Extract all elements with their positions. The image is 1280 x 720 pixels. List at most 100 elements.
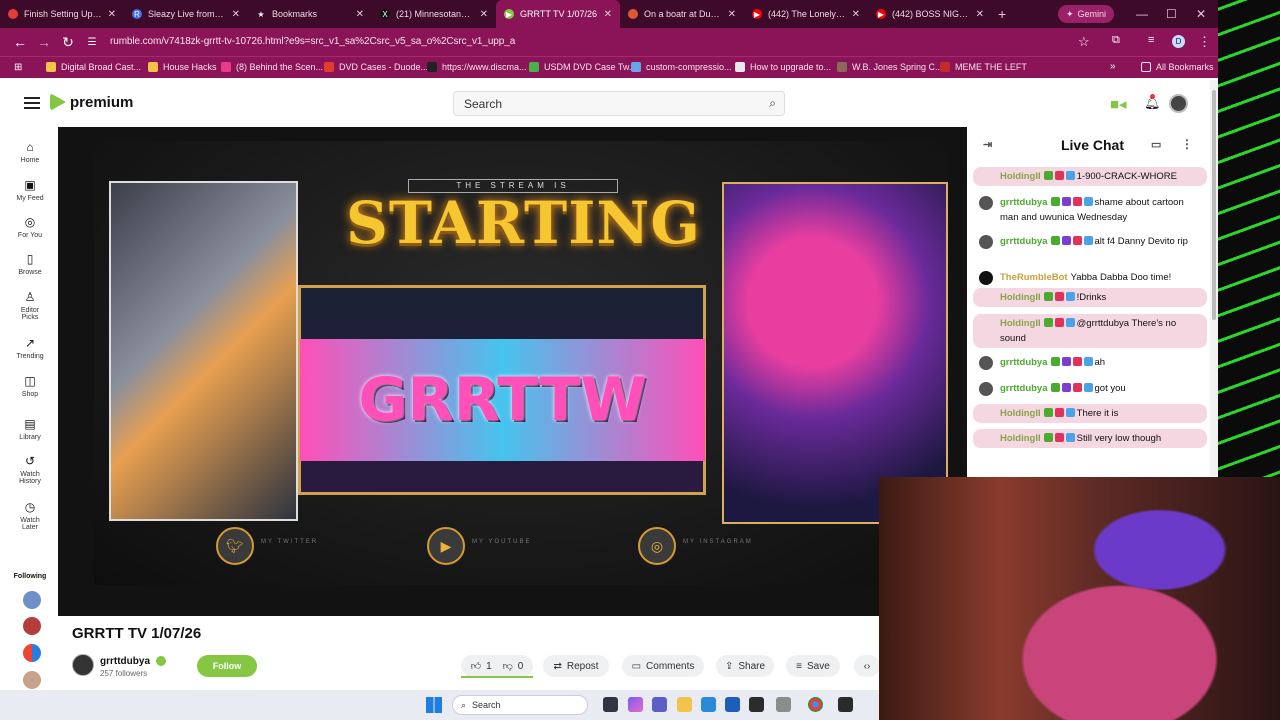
site-info-icon[interactable]: ☰ [80, 37, 104, 48]
collapse-chat-icon[interactable]: ⇥ [983, 138, 992, 151]
tab-finish-setup[interactable]: Finish Setting Up Your✕ [0, 0, 124, 28]
copilot-icon[interactable] [628, 697, 643, 712]
new-tab-button[interactable]: + [998, 6, 1006, 22]
chat-user-avatar[interactable] [979, 356, 993, 370]
video-player[interactable]: THE STREAM IS STARTING GRRTTW 🐦︎ MY TWIT… [58, 127, 967, 616]
sidebar-item-trending[interactable]: ↗ Trending [0, 336, 60, 360]
save-button[interactable]: ≡ Save [786, 655, 840, 677]
search-input[interactable]: Search ⌕ [453, 91, 785, 116]
bookmark-item[interactable]: MEME THE LEFT [940, 62, 1027, 72]
thumbs-down-icon[interactable]: 👎︎ [503, 660, 513, 672]
more-actions-button[interactable]: ‹› [854, 655, 880, 677]
user-avatar[interactable] [1169, 94, 1188, 113]
close-icon[interactable]: ✕ [232, 9, 240, 20]
chat-username[interactable]: HoldingII [1000, 171, 1041, 182]
chat-username[interactable]: TheRumbleBot [1000, 272, 1068, 283]
search-icon[interactable]: ⌕ [769, 96, 776, 111]
tab-youtube-boss[interactable]: ▶(442) BOSS NIGGER (✕ [868, 0, 992, 28]
chat-menu-icon[interactable]: ⋮ [1181, 137, 1193, 151]
go-live-camera-icon[interactable]: ■◂ [1110, 95, 1127, 113]
close-icon[interactable]: ✕ [604, 9, 612, 20]
forward-icon[interactable]: → [32, 34, 56, 50]
chat-username[interactable]: grrttdubya [1000, 357, 1048, 368]
task-view-icon[interactable] [603, 697, 618, 712]
close-icon[interactable]: ✕ [852, 9, 860, 20]
sidebar-item-watch-later[interactable]: ◷ Watch Later [0, 500, 60, 531]
bookmark-item[interactable]: House Hacks [148, 62, 217, 72]
bookmark-item[interactable]: DVD Cases - Duode... [324, 62, 428, 72]
url-field[interactable]: rumble.com/v7418zk-grrtt-tv-10726.html?e… [110, 36, 515, 47]
bookmark-star-icon[interactable]: ☆ [1078, 34, 1090, 50]
chat-username[interactable]: grrttdubya [1000, 236, 1048, 247]
tab-duckduckgo[interactable]: On a boatr at DuckDu✕ [620, 0, 744, 28]
close-icon[interactable]: ✕ [976, 9, 984, 20]
reload-icon[interactable]: ↻ [56, 34, 80, 51]
bookmark-item[interactable]: W.B. Jones Spring C... [837, 62, 943, 72]
windows-start-icon[interactable] [426, 697, 442, 713]
close-icon[interactable]: ✕ [108, 9, 116, 20]
tab-bookmarks[interactable]: ★ Bookmarks ✕ [248, 0, 372, 28]
profile-avatar[interactable]: D [1172, 35, 1185, 48]
channel-name[interactable]: grrttdubya [100, 656, 150, 667]
hamburger-menu-icon[interactable] [24, 97, 40, 109]
minimize-icon[interactable]: — [1136, 7, 1148, 21]
tab-youtube-lonely-island[interactable]: ▶(442) The Lonely Islan✕ [744, 0, 868, 28]
apps-grid-icon[interactable]: ⊞ [14, 62, 22, 73]
edge-icon[interactable] [701, 697, 716, 712]
sidebar-item-my-feed[interactable]: ▣ My Feed [0, 178, 60, 202]
chat-username[interactable]: HoldingII [1000, 318, 1041, 329]
chat-username[interactable]: grrttdubya [1000, 383, 1048, 394]
following-channel-avatar[interactable] [23, 591, 41, 609]
chat-username[interactable]: grrttdubya [1000, 197, 1048, 208]
close-icon[interactable]: ✕ [480, 9, 488, 20]
chat-username[interactable]: HoldingII [1000, 292, 1041, 303]
follow-button[interactable]: Follow [197, 655, 257, 677]
chat-user-avatar[interactable] [979, 382, 993, 396]
sidebar-item-shop[interactable]: ◫ Shop [0, 374, 60, 398]
comments-button[interactable]: ▭ Comments [622, 655, 704, 677]
sidebar-item-watch-history[interactable]: ↺ Watch History [0, 454, 60, 485]
all-bookmarks-button[interactable]: All Bookmarks [1141, 62, 1214, 72]
following-channel-avatar[interactable] [23, 644, 41, 662]
page-scrollbar[interactable] [1210, 80, 1218, 476]
chat-user-avatar[interactable] [979, 196, 993, 210]
sidebar-item-library[interactable]: ▤ Library [0, 417, 60, 441]
tab-sleazy-live[interactable]: RSleazy Live from the Fi✕ [124, 0, 248, 28]
bookmark-item[interactable]: https://www.discma... [427, 62, 527, 72]
close-window-icon[interactable]: ✕ [1196, 7, 1206, 21]
gemini-button[interactable]: ✦ Gemini [1058, 5, 1115, 23]
thumbs-up-icon[interactable]: 👍︎ [471, 660, 481, 672]
sidebar-item-for-you[interactable]: ◎ For You [0, 215, 60, 239]
chrome-icon[interactable] [808, 697, 823, 712]
following-channel-avatar[interactable] [23, 617, 41, 635]
store-icon[interactable] [725, 697, 740, 712]
tab-grrtt-tv[interactable]: ▶ GRRTT TV 1/07/26 ✕ [496, 0, 620, 28]
bookmark-item[interactable]: How to upgrade to... [735, 62, 831, 72]
bookmark-item[interactable]: Digital Broad Cast... [46, 62, 141, 72]
tab-x-minnesotans[interactable]: X(21) Minnesotans - Se✕ [372, 0, 496, 28]
chat-username[interactable]: HoldingII [1000, 408, 1041, 419]
sidebar-item-home[interactable]: ⌂ Home [0, 140, 60, 164]
channel-avatar[interactable] [72, 654, 94, 676]
file-explorer-icon[interactable] [677, 697, 692, 712]
app-icon[interactable] [776, 697, 791, 712]
media-controls-icon[interactable]: ≡ [1148, 34, 1154, 46]
menu-dots-icon[interactable]: ⋮ [1198, 34, 1211, 50]
back-icon[interactable]: ← [8, 34, 32, 50]
close-icon[interactable]: ✕ [728, 9, 736, 20]
share-button[interactable]: ⇪ Share [716, 655, 774, 677]
maximize-icon[interactable]: ☐ [1166, 7, 1177, 21]
app-icon[interactable] [838, 697, 853, 712]
chat-user-avatar[interactable] [979, 235, 993, 249]
bookmark-item[interactable]: (8) Behind the Scen... [221, 62, 323, 72]
sidebar-item-editor-picks[interactable]: ♙ Editor Picks [0, 290, 60, 321]
teams-icon[interactable] [652, 697, 667, 712]
lens-icon[interactable]: ⧉ [1112, 34, 1120, 47]
app-icon[interactable] [749, 697, 764, 712]
chat-user-avatar[interactable] [979, 271, 993, 285]
popout-chat-icon[interactable]: ▭ [1151, 138, 1161, 151]
rumble-logo[interactable]: premium [50, 93, 133, 111]
close-icon[interactable]: ✕ [356, 9, 364, 20]
repost-button[interactable]: ⇄ Repost [543, 655, 609, 677]
bookmark-item[interactable]: USDM DVD Case Tw... [529, 62, 636, 72]
